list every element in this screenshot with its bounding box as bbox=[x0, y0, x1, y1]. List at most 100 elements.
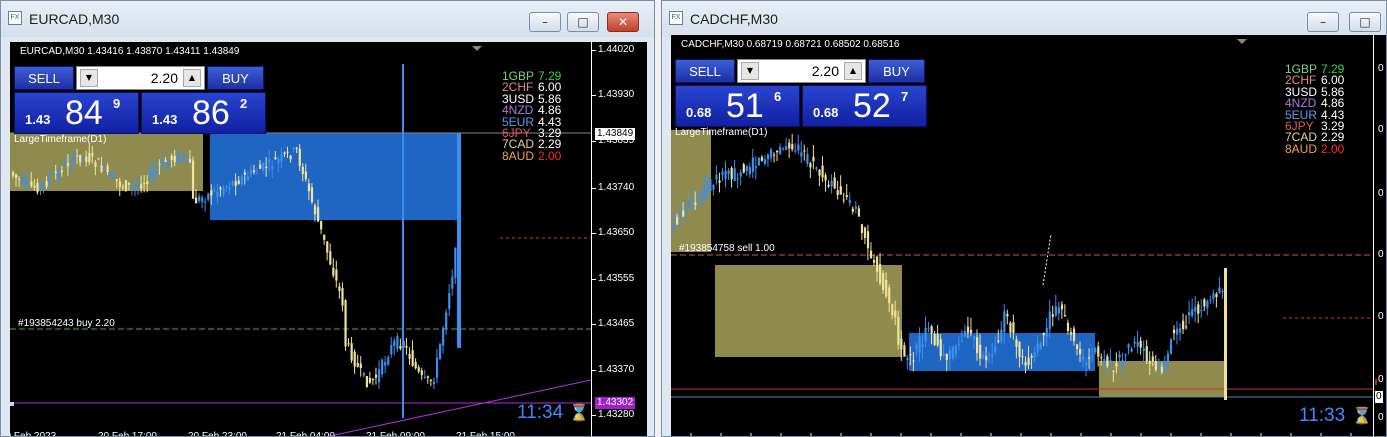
candle-body bbox=[213, 189, 216, 191]
candle-body bbox=[1003, 311, 1006, 333]
maximize-icon[interactable]: □ bbox=[1349, 12, 1381, 32]
candle-body bbox=[1088, 357, 1091, 359]
bid-price-prefix: 0.68 bbox=[686, 105, 712, 120]
candle-body bbox=[405, 346, 408, 348]
candle-body bbox=[1212, 293, 1215, 299]
candle-body bbox=[82, 156, 85, 159]
candle-body bbox=[703, 185, 706, 202]
candle-body bbox=[869, 250, 873, 259]
chart-window-eurcad[interactable]: FX EURCAD,M30 – □ ✕ EURCAD,M30 1.43416 1… bbox=[0, 0, 655, 437]
candle-body bbox=[957, 343, 961, 346]
bid-price-box[interactable]: 1.43 84 9 bbox=[14, 92, 139, 134]
lot-decrease-button[interactable]: ▼ bbox=[80, 69, 98, 87]
lot-decrease-button[interactable]: ▼ bbox=[741, 62, 759, 80]
candle-body bbox=[283, 152, 286, 154]
time-axis-label: 20 Feb 17:00 bbox=[98, 431, 157, 437]
buy-button[interactable]: BUY bbox=[868, 59, 925, 83]
candle-body bbox=[1048, 311, 1051, 330]
candle-body bbox=[860, 224, 864, 234]
candle-body bbox=[1224, 268, 1227, 400]
candle-body bbox=[18, 178, 21, 180]
candle-body bbox=[399, 346, 402, 349]
candle-body bbox=[411, 350, 414, 366]
candle-body bbox=[167, 159, 170, 168]
candle-body bbox=[179, 158, 182, 162]
price-axis-label: 1.43650 bbox=[598, 227, 635, 238]
candle-body bbox=[240, 176, 243, 185]
lot-increase-button[interactable]: ▲ bbox=[183, 69, 201, 87]
lot-increase-button[interactable]: ▲ bbox=[844, 62, 862, 80]
candle-body bbox=[1179, 328, 1182, 333]
candle-body bbox=[757, 158, 761, 166]
candle-body bbox=[1209, 299, 1212, 301]
minimize-icon[interactable]: – bbox=[1307, 12, 1339, 32]
sell-button[interactable]: SELL bbox=[14, 66, 74, 90]
candle-body bbox=[691, 198, 694, 202]
candle-body bbox=[766, 154, 770, 160]
candle-body bbox=[839, 186, 842, 195]
chart-window-cadchf[interactable]: FX CADCHF,M30 – □ CADCHF,M30 0.68719 0.6… bbox=[661, 0, 1387, 437]
close-icon[interactable]: ✕ bbox=[607, 12, 639, 32]
price-chart[interactable]: CADCHF,M30 0.68719 0.68721 0.68502 0.685… bbox=[671, 35, 1386, 436]
one-click-trading-panel: SELL ▼ 2.20 ▲ BUY 1.43 84 9 1.43 86 2 bbox=[14, 66, 268, 136]
candle-body bbox=[1206, 300, 1209, 308]
candle-body bbox=[1203, 299, 1206, 307]
candle-body bbox=[33, 185, 36, 188]
candle-body bbox=[158, 164, 161, 166]
candle-body bbox=[27, 180, 30, 182]
candle-body bbox=[930, 326, 933, 334]
candle-body bbox=[48, 178, 51, 184]
price-axis-tick bbox=[592, 370, 596, 371]
minimize-icon[interactable]: – bbox=[529, 12, 561, 32]
line-price-tag bbox=[1375, 379, 1377, 385]
candle-body bbox=[423, 376, 426, 378]
candle-body bbox=[1188, 311, 1191, 316]
price-chart[interactable]: EURCAD,M30 1.43416 1.43870 1.43411 1.438… bbox=[10, 42, 647, 437]
maximize-icon[interactable]: □ bbox=[567, 12, 599, 32]
buy-button[interactable]: BUY bbox=[207, 66, 264, 90]
ask-price-box[interactable]: 0.68 52 7 bbox=[802, 85, 927, 127]
candle-body bbox=[1112, 370, 1115, 372]
candle-body bbox=[1148, 360, 1151, 364]
lot-size-input[interactable]: ▼ 2.20 ▲ bbox=[76, 66, 205, 90]
price-axis-tick bbox=[592, 324, 596, 325]
candle-body bbox=[1191, 309, 1194, 316]
candle-body bbox=[417, 367, 420, 372]
candle-body bbox=[338, 286, 341, 291]
candle-body bbox=[365, 376, 368, 388]
titlebar[interactable]: FX CADCHF,M30 – □ bbox=[662, 1, 1386, 37]
candle-body bbox=[988, 354, 991, 356]
candle-body bbox=[972, 336, 976, 341]
price-axis-label: 1.43740 bbox=[598, 182, 635, 193]
candle-body bbox=[359, 363, 362, 369]
candle-body bbox=[210, 190, 213, 196]
order-label: #193854758 sell 1.00 bbox=[679, 243, 775, 254]
price-axis-tick bbox=[592, 95, 596, 96]
candle-body bbox=[176, 153, 179, 162]
sell-button[interactable]: SELL bbox=[675, 59, 735, 83]
candle-body bbox=[760, 157, 764, 161]
candle-body bbox=[265, 166, 268, 169]
candle-body bbox=[1118, 354, 1121, 358]
candle-body bbox=[800, 152, 803, 157]
candle-body bbox=[249, 169, 253, 175]
candle-body bbox=[909, 354, 912, 356]
candle-body bbox=[1197, 304, 1200, 314]
candle-body bbox=[1182, 320, 1185, 330]
ask-price-pips: 52 bbox=[853, 87, 891, 125]
candle-body bbox=[79, 154, 82, 163]
candle-body bbox=[292, 148, 295, 150]
bid-price-box[interactable]: 0.68 51 6 bbox=[675, 85, 800, 127]
candle-body bbox=[252, 170, 256, 173]
candle-body bbox=[1218, 287, 1221, 294]
lot-size-input[interactable]: ▼ 2.20 ▲ bbox=[737, 59, 866, 83]
candle-body bbox=[1221, 290, 1224, 292]
ask-price-box[interactable]: 1.43 86 2 bbox=[141, 92, 266, 134]
lot-value: 2.20 bbox=[811, 63, 839, 79]
candle-body bbox=[326, 241, 329, 253]
titlebar[interactable]: FX EURCAD,M30 – □ ✕ bbox=[1, 1, 654, 37]
candle-body bbox=[381, 359, 384, 375]
candle-body bbox=[1142, 348, 1145, 351]
candle-body bbox=[191, 160, 195, 199]
candle-body bbox=[335, 269, 338, 281]
